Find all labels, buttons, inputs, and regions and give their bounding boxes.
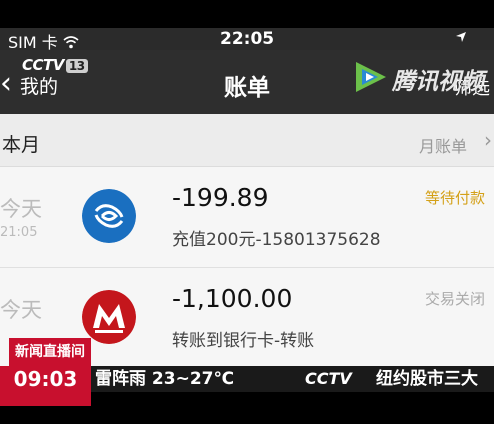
transaction-day: 今天 xyxy=(0,298,42,322)
section-title: 本月 xyxy=(2,134,41,156)
weather-ticker: 雷阵雨 23~27℃ xyxy=(95,369,235,389)
tencent-video-icon xyxy=(356,62,386,92)
transaction-description: 转账到银行卡-转账 xyxy=(172,331,315,351)
transaction-amount: -199.89 xyxy=(172,183,269,212)
transaction-day: 今天 xyxy=(0,197,42,221)
tencent-video-text: 腾讯视频 xyxy=(392,69,484,95)
month-section-header: 本月 月账单 › xyxy=(0,114,494,167)
news-headline: 纽约股市三大 xyxy=(376,369,478,389)
chevron-right-icon[interactable]: › xyxy=(484,128,492,152)
transaction-row[interactable]: 今天 21:05 -199.89 充值200元-15801375628 等待付款 xyxy=(0,167,494,267)
status-time: 22:05 xyxy=(220,29,275,49)
china-mobile-logo-icon xyxy=(82,189,136,243)
cctv-ticker-logo: CCTV xyxy=(305,369,352,388)
transaction-status: 等待付款 xyxy=(425,189,486,207)
month-bill-link[interactable]: 月账单 xyxy=(419,133,467,157)
transaction-time: 21:05 xyxy=(0,225,38,240)
bill-content: 本月 月账单 › 今天 21:05 -199.89 充值200元-1580137… xyxy=(0,114,494,370)
tencent-video-watermark: 腾讯视频 xyxy=(352,56,494,96)
transaction-description: 充值200元-15801375628 xyxy=(172,230,381,250)
transaction-status: 交易关闭 xyxy=(425,290,486,308)
nav-bar: ‹ 我的 CCTV 13 账单 筛选 腾讯视频 xyxy=(0,50,494,114)
status-bar: SIM 卡 22:05 xyxy=(0,28,494,52)
broadcast-clock: 09:03 xyxy=(0,366,91,406)
location-icon xyxy=(455,29,467,47)
cmb-bank-logo-icon xyxy=(82,290,136,344)
transaction-amount: -1,100.00 xyxy=(172,284,293,313)
news-live-tag: 新闻直播间 xyxy=(9,338,91,366)
